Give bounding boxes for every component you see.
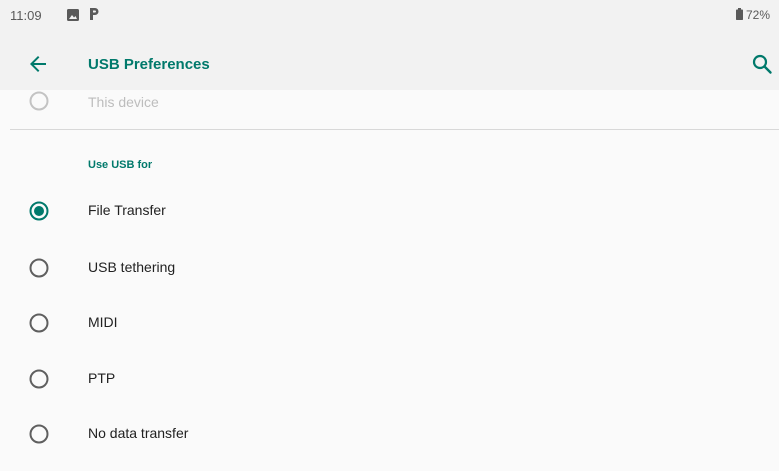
option-file-transfer[interactable]: File Transfer: [0, 186, 779, 236]
back-arrow-icon[interactable]: [26, 52, 50, 76]
option-label: No data transfer: [88, 425, 189, 441]
radio-selected-icon[interactable]: [29, 201, 49, 221]
radio-unselected-icon[interactable]: [29, 424, 49, 444]
radio-unselected-icon[interactable]: [29, 313, 49, 333]
divider: [10, 129, 779, 130]
radio-unselected-icon[interactable]: [29, 258, 49, 278]
option-label: USB tethering: [88, 259, 176, 275]
option-midi[interactable]: MIDI: [0, 298, 779, 348]
option-no-data-transfer[interactable]: No data transfer: [0, 409, 779, 459]
radio-unselected-icon[interactable]: [29, 369, 49, 389]
radio-unselected-icon[interactable]: [29, 91, 49, 111]
toolbar: USB Preferences: [0, 30, 779, 90]
page-title: USB Preferences: [88, 56, 210, 73]
option-label: MIDI: [88, 314, 118, 330]
status-bar: 11:09 72%: [0, 0, 779, 30]
option-label: This device: [88, 94, 159, 110]
battery-level: 72%: [746, 8, 771, 22]
image-icon: [67, 9, 79, 21]
option-label: PTP: [88, 370, 116, 386]
section-header: Use USB for: [88, 159, 153, 171]
option-label: File Transfer: [88, 202, 166, 218]
option-ptp[interactable]: PTP: [0, 354, 779, 404]
search-icon[interactable]: [750, 52, 774, 76]
p-icon: [90, 8, 99, 20]
option-usb-tethering[interactable]: USB tethering: [0, 243, 779, 293]
usb-preferences-screen: 11:09 72% USB Preferences This device Us…: [0, 0, 779, 471]
option-this-device[interactable]: This device: [0, 90, 779, 130]
status-time: 11:09: [10, 8, 42, 23]
battery-icon: [736, 8, 743, 20]
